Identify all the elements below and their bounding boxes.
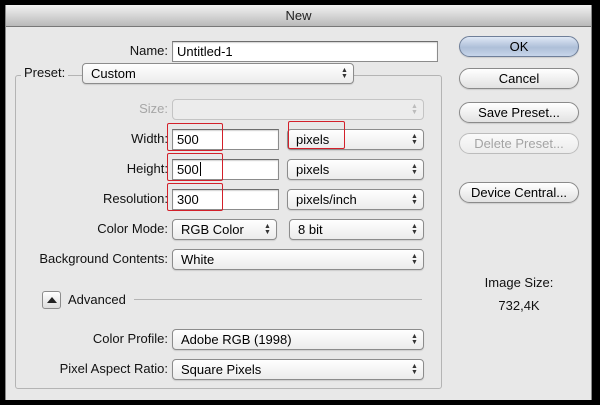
ok-button[interactable]: OK: [459, 36, 579, 57]
advanced-divider: [134, 299, 422, 300]
height-value: 500: [177, 162, 199, 177]
color-mode-dropdown[interactable]: RGB Color ▲ ▼: [172, 219, 277, 240]
text-cursor: [199, 162, 201, 176]
size-dropdown[interactable]: ▲ ▼: [172, 99, 424, 120]
height-unit-value: pixels: [296, 162, 330, 177]
up-down-arrows-icon: ▲ ▼: [411, 132, 418, 146]
width-unit-dropdown[interactable]: pixels ▲ ▼: [287, 129, 424, 150]
save-preset-button[interactable]: Save Preset...: [459, 102, 579, 123]
width-unit-value: pixels: [296, 132, 330, 147]
preset-dropdown[interactable]: Custom ▲ ▼: [82, 63, 354, 84]
preset-label: Preset:: [21, 66, 69, 80]
device-central-button[interactable]: Device Central...: [459, 182, 579, 203]
pixel-aspect-ratio-value: Square Pixels: [181, 362, 262, 377]
background-contents-value: White: [181, 252, 215, 267]
advanced-toggle-button[interactable]: [42, 291, 61, 309]
up-down-arrows-icon: ▲ ▼: [411, 252, 418, 266]
height-unit-dropdown[interactable]: pixels ▲ ▼: [287, 159, 424, 180]
color-mode-value: RGB Color: [181, 222, 244, 237]
size-label: Size:: [139, 101, 168, 116]
up-down-arrows-icon: ▲ ▼: [411, 192, 418, 206]
preset-value: Custom: [91, 66, 136, 81]
resolution-input[interactable]: 300: [172, 189, 279, 210]
resolution-label: Resolution:: [102, 191, 168, 206]
up-down-arrows-icon: ▲ ▼: [411, 332, 418, 346]
name-label: Name:: [129, 43, 168, 58]
width-label: Width:: [131, 131, 168, 146]
bit-depth-dropdown[interactable]: 8 bit ▲ ▼: [289, 219, 424, 240]
image-size-label: Image Size:: [484, 275, 554, 290]
color-profile-value: Adobe RGB (1998): [181, 332, 292, 347]
up-down-arrows-icon: ▲ ▼: [341, 66, 348, 80]
height-input[interactable]: 500: [172, 159, 279, 180]
width-input[interactable]: 500: [172, 129, 279, 150]
dialog-title: New: [6, 5, 591, 27]
advanced-label: Advanced: [68, 292, 126, 307]
bit-depth-value: 8 bit: [298, 222, 323, 237]
background-contents-dropdown[interactable]: White ▲ ▼: [172, 249, 424, 270]
resolution-unit-value: pixels/inch: [296, 192, 357, 207]
height-label: Height:: [126, 161, 168, 176]
name-input[interactable]: Untitled-1: [172, 41, 438, 62]
pixel-aspect-ratio-dropdown[interactable]: Square Pixels ▲ ▼: [172, 359, 424, 380]
image-size-value: 732,4K: [498, 298, 540, 313]
cancel-button[interactable]: Cancel: [459, 68, 579, 89]
color-mode-label: Color Mode:: [97, 221, 168, 236]
color-profile-dropdown[interactable]: Adobe RGB (1998) ▲ ▼: [172, 329, 424, 350]
up-down-arrows-icon: ▲ ▼: [411, 362, 418, 376]
background-contents-label: Background Contents:: [39, 251, 168, 266]
up-down-arrows-icon: ▲ ▼: [411, 162, 418, 176]
up-down-arrows-icon: ▲ ▼: [411, 222, 418, 236]
new-document-dialog: New Name: Untitled-1 Preset: Custom ▲ ▼ S…: [5, 5, 592, 400]
pixel-aspect-ratio-label: Pixel Aspect Ratio:: [59, 361, 168, 376]
up-down-arrows-icon: ▲ ▼: [411, 102, 418, 116]
delete-preset-button[interactable]: Delete Preset...: [459, 133, 579, 154]
color-profile-label: Color Profile:: [92, 331, 168, 346]
resolution-unit-dropdown[interactable]: pixels/inch ▲ ▼: [287, 189, 424, 210]
up-down-arrows-icon: ▲ ▼: [264, 222, 271, 236]
